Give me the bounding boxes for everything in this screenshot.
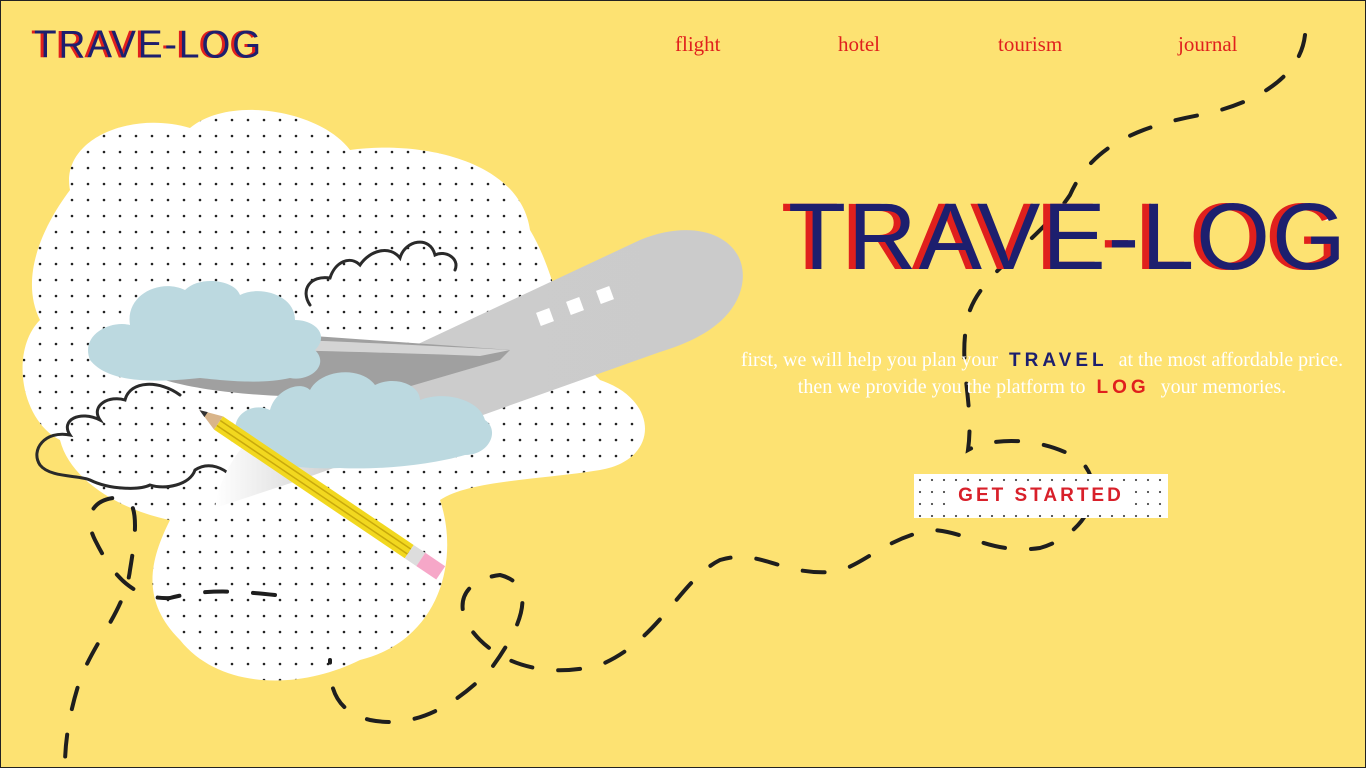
nav-link-hotel[interactable]: hotel [838,32,880,57]
brand-logo[interactable]: TRAVE-LOG [34,23,263,67]
tagline-line-2: then we provide you the platform to LOG … [718,376,1366,399]
tagline-line-1: first, we will help you plan your TRAVEL… [718,349,1366,372]
get-started-button[interactable]: GET STARTED [914,474,1168,518]
nav-link-flight[interactable]: flight [675,32,721,57]
get-started-label: GET STARTED [954,483,1128,508]
tagline-1-before: first, we will help you plan your [740,349,999,371]
tagline-1-after: at the most affordable price. [1118,349,1344,371]
tagline-2-before: then we provide you the platform to [797,376,1086,398]
nav-link-tourism[interactable]: tourism [998,32,1062,57]
nav-link-journal[interactable]: journal [1178,32,1237,57]
tagline-log-highlight: LOG [1096,377,1150,398]
tagline-2-after: your memories. [1160,376,1287,398]
tagline-travel-highlight: TRAVEL [1009,350,1108,371]
hero-title: TRAVE-LOG [788,184,1348,290]
